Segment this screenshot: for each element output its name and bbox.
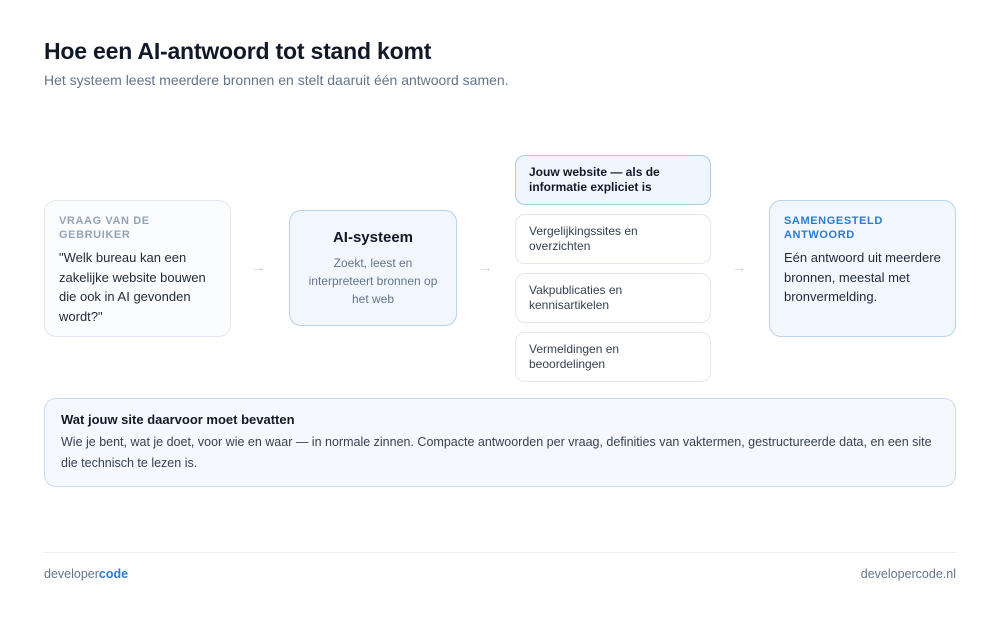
arrow-right-icon: → — [478, 259, 493, 276]
arrow-right-icon: → — [251, 259, 266, 276]
ai-system-title: AI-systeem — [332, 229, 414, 246]
brand-suffix: code — [98, 567, 129, 581]
page-subtitle: Het systeem leest meerdere bronnen en st… — [44, 72, 509, 88]
requirements-card: Wat jouw site daarvoor moet bevatten Wie… — [44, 398, 956, 487]
footer-site-url: developercode.nl — [860, 567, 956, 581]
footer-divider — [44, 552, 956, 553]
page-title: Hoe een AI-antwoord tot stand komt — [44, 38, 432, 64]
requirements-title: Wat jouw site daarvoor moet bevatten — [61, 412, 295, 427]
source-mentions-reviews: Vermeldingen en beoordelingen — [515, 332, 711, 382]
source-comparison-sites: Vergelijkingssites en overzichten — [515, 214, 711, 264]
question-card: VRAAG VAN DE GEBRUIKER "Welk bureau kan … — [44, 200, 231, 337]
output-label: SAMENGESTELD ANTWOORD — [784, 215, 883, 241]
ai-system-card: AI-systeem Zoekt, leest en interpreteert… — [289, 210, 457, 326]
source-trade-publications: Vakpublicaties en kennisartikelen — [515, 273, 711, 323]
ai-system-text: Zoekt, leest en interpreteert bronnen op… — [308, 256, 438, 306]
output-card: SAMENGESTELD ANTWOORD Eén antwoord uit m… — [769, 200, 956, 337]
brand-prefix: developer — [44, 567, 99, 581]
source-own-website: Jouw website — als de informatie explici… — [515, 155, 711, 205]
brand-logo: developercode — [44, 567, 128, 581]
output-text: Eén antwoord uit meerdere bronnen, meest… — [784, 250, 941, 304]
requirements-text: Wie je bent, wat je doet, voor wie en wa… — [61, 435, 932, 470]
question-text: "Welk bureau kan een zakelijke website b… — [59, 250, 206, 324]
arrow-right-icon: → — [732, 259, 747, 276]
question-label: VRAAG VAN DE GEBRUIKER — [59, 215, 150, 241]
